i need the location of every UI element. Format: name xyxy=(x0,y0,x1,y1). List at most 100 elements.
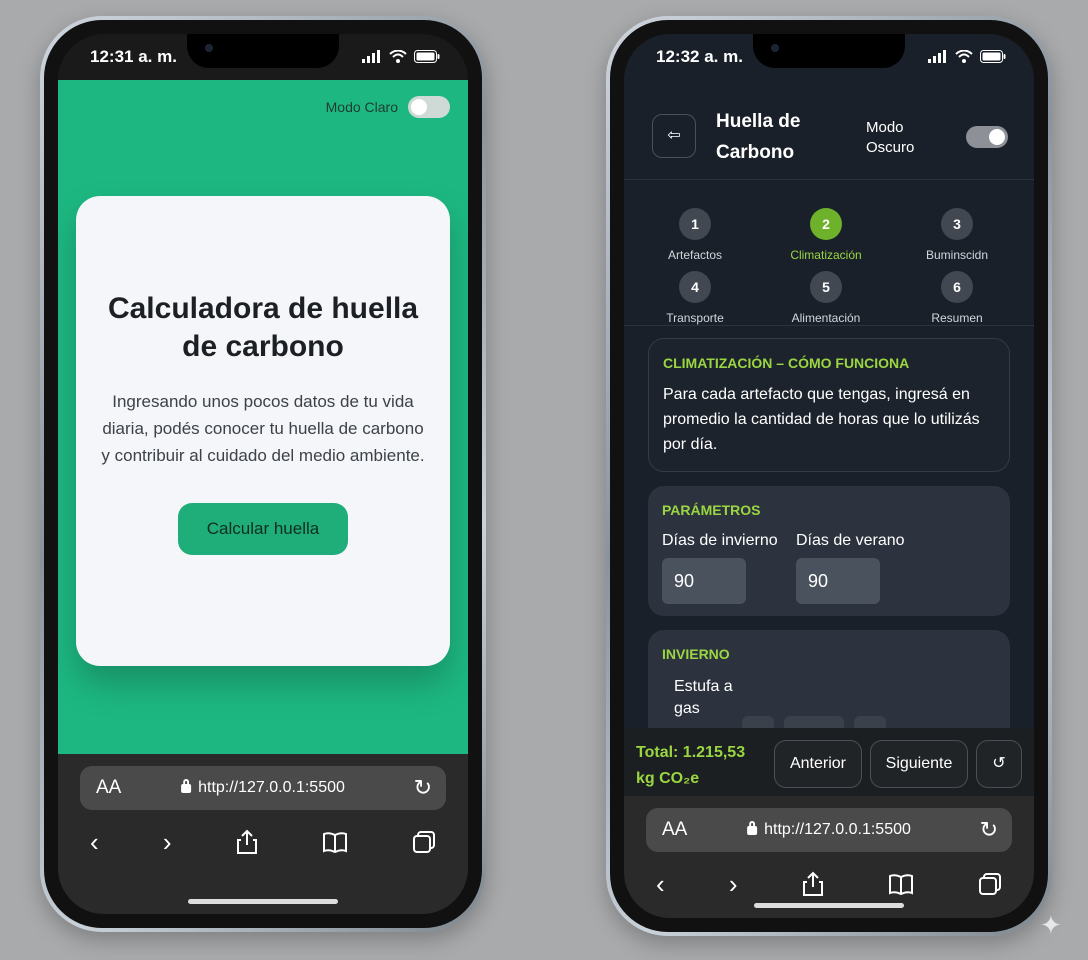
home-indicator xyxy=(188,899,338,904)
signal-icon xyxy=(362,50,380,63)
status-time: 12:32 a. m. xyxy=(656,47,743,66)
notch xyxy=(187,34,339,68)
winter-days-group: Días de invierno 90 xyxy=(662,532,786,604)
params-row: Días de invierno 90 Días de verano 90 xyxy=(662,532,996,604)
browser-toolbar: AA http://127.0.0.1:5500 ↻ ‹ › xyxy=(624,796,1034,918)
app-header: ⇦ Huella de Carbono Modo Oscuro xyxy=(624,80,1034,180)
status-time: 12:31 a. m. xyxy=(90,47,177,66)
step-label: Resumen xyxy=(931,311,983,325)
calculate-button[interactable]: Calcular huella xyxy=(178,503,348,555)
url-value: http://127.0.0.1:5500 xyxy=(198,779,345,796)
theme-toggle-wrap xyxy=(966,126,1008,148)
summer-days-group: Días de verano 90 xyxy=(796,532,920,604)
notch xyxy=(753,34,905,68)
reload-icon[interactable]: ↻ xyxy=(414,775,432,801)
step-alimentacion[interactable]: 5 Alimentación xyxy=(761,271,891,325)
step-climatizacion[interactable]: 2 Climatización xyxy=(761,208,891,262)
total-unit: kg CO₂e xyxy=(636,770,700,787)
theme-toggle-row: Modo Claro xyxy=(326,96,450,118)
url-text: http://127.0.0.1:5500 xyxy=(747,821,911,839)
step-transporte[interactable]: 4 Transporte xyxy=(630,271,760,325)
reader-aa-button[interactable]: AA xyxy=(662,819,687,841)
winter-days-input[interactable]: 90 xyxy=(662,558,746,604)
intro-card: Calculadora de huella de carbono Ingresa… xyxy=(76,196,450,666)
share-icon[interactable] xyxy=(236,829,258,855)
step-number: 6 xyxy=(941,271,973,303)
browser-toolbar: AA http://127.0.0.1:5500 ↻ ‹ › xyxy=(58,754,468,914)
info-title: CLIMATIZACIÓN – CÓMO FUNCIONA xyxy=(663,355,910,371)
step-iluminacion[interactable]: 3 Buminscidn xyxy=(892,208,1022,262)
card-title: Calculadora de huella de carbono xyxy=(107,292,419,363)
phone-dark-mode: 12:32 a. m. ⇦ Huella de Carbono Modo Osc… xyxy=(606,16,1052,936)
stepper: 1 Artefactos 2 Climatización 3 Buminscid… xyxy=(624,190,1034,326)
theme-toggle-label: Modo Oscuro xyxy=(866,119,915,156)
tabs-icon[interactable] xyxy=(978,872,1002,896)
camera-dot xyxy=(205,44,213,52)
bookmarks-icon[interactable] xyxy=(888,873,914,895)
reset-icon[interactable]: ↺ xyxy=(976,740,1022,788)
winter-title: INVIERNO xyxy=(662,646,730,662)
winter-item-name: Estufa a gas xyxy=(674,678,733,717)
address-bar[interactable]: AA http://127.0.0.1:5500 ↻ xyxy=(646,808,1012,852)
phone-bezel: 12:32 a. m. ⇦ Huella de Carbono Modo Osc… xyxy=(610,20,1048,932)
screen-dark: 12:32 a. m. ⇦ Huella de Carbono Modo Osc… xyxy=(624,34,1034,918)
back-arrow-icon[interactable]: ⇦ xyxy=(652,114,696,158)
signal-icon xyxy=(928,50,946,63)
wifi-icon xyxy=(389,50,407,63)
theme-toggle[interactable] xyxy=(966,126,1008,148)
total-display: Total: 1.215,53 kg CO₂e xyxy=(636,740,745,792)
step-number: 3 xyxy=(941,208,973,240)
step-number: 2 xyxy=(810,208,842,240)
forward-icon[interactable]: › xyxy=(729,869,738,900)
battery-icon xyxy=(980,50,1006,63)
back-icon[interactable]: ‹ xyxy=(90,827,99,858)
params-panel: PARÁMETROS Días de invierno 90 Días de v… xyxy=(648,486,1010,616)
back-icon[interactable]: ‹ xyxy=(656,869,665,900)
status-icons xyxy=(928,50,1006,63)
step-label: Buminscidn xyxy=(925,248,989,262)
reload-icon[interactable]: ↻ xyxy=(980,817,998,843)
sparkle-icon: ✦ xyxy=(1040,910,1062,940)
step-artefactos[interactable]: 1 Artefactos xyxy=(630,208,760,262)
summer-days-input[interactable]: 90 xyxy=(796,558,880,604)
share-icon[interactable] xyxy=(802,871,824,897)
phone-bezel: 12:31 a. m. Modo Claro Calculadora de hu… xyxy=(44,20,482,928)
lock-icon xyxy=(747,821,758,835)
footer-bar: Total: 1.215,53 kg CO₂e Anterior Siguien… xyxy=(624,728,1034,800)
theme-toggle-label: Modo Claro xyxy=(325,99,398,115)
reader-aa-button[interactable]: AA xyxy=(96,777,121,799)
tabs-icon[interactable] xyxy=(412,830,436,854)
card-description: Ingresando unos pocos datos de tu vida d… xyxy=(101,392,425,465)
step-label: Transporte xyxy=(666,311,724,325)
theme-toggle[interactable] xyxy=(408,96,450,118)
step-number: 4 xyxy=(679,271,711,303)
phone-light-mode: 12:31 a. m. Modo Claro Calculadora de hu… xyxy=(40,16,486,932)
step-label: Climatización xyxy=(790,248,862,262)
camera-dot xyxy=(771,44,779,52)
url-text: http://127.0.0.1:5500 xyxy=(181,779,345,797)
info-panel: CLIMATIZACIÓN – CÓMO FUNCIONA Para cada … xyxy=(648,338,1010,472)
next-button[interactable]: Siguiente xyxy=(870,740,968,788)
params-title: PARÁMETROS xyxy=(662,502,761,518)
battery-icon xyxy=(414,50,440,63)
step-number: 5 xyxy=(810,271,842,303)
bookmarks-icon[interactable] xyxy=(322,831,348,853)
total-value: Total: 1.215,53 xyxy=(636,744,746,761)
browser-nav-row: ‹ › xyxy=(72,822,454,862)
step-label: Alimentación xyxy=(791,311,861,325)
address-bar[interactable]: AA http://127.0.0.1:5500 ↻ xyxy=(80,766,446,810)
url-value: http://127.0.0.1:5500 xyxy=(764,821,911,838)
step-resumen[interactable]: 6 Resumen xyxy=(892,271,1022,325)
step-label: Artefactos xyxy=(667,248,723,262)
wifi-icon xyxy=(955,50,973,63)
hero-area: Modo Claro Calculadora de huella de carb… xyxy=(58,80,468,784)
info-text: Para cada artefacto que tengas, ingresá … xyxy=(663,386,980,453)
previous-button[interactable]: Anterior xyxy=(774,740,862,788)
status-icons xyxy=(362,50,440,63)
lock-icon xyxy=(181,779,192,793)
forward-icon[interactable]: › xyxy=(163,827,172,858)
browser-nav-row: ‹ › xyxy=(638,864,1020,904)
screen-light: 12:31 a. m. Modo Claro Calculadora de hu… xyxy=(58,34,468,914)
winter-days-label: Días de invierno xyxy=(662,532,778,549)
step-number: 1 xyxy=(679,208,711,240)
